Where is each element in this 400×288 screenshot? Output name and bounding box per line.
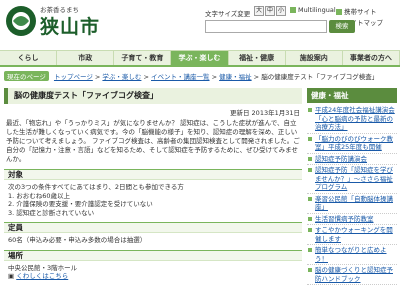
capacity-line: 60名（申込み必要・申込み多数の場合は抽選） xyxy=(8,236,147,244)
section-body-target: 次の3つの条件すべてにあてはまり、2日間とも参加できる方 1. おおむね60歳以… xyxy=(4,180,302,217)
font-size-label: 文字サイズ変更 xyxy=(205,10,251,18)
target-line: 1. おおむね60歳以上 xyxy=(8,191,71,200)
multilingual-link[interactable]: Multilingual xyxy=(290,6,336,14)
intro-text: 最近、「物忘れ」や「うっかりミス」が気になりませんか？ 認知症は、こうした症状が… xyxy=(6,119,300,163)
section-body-capacity: 60名（申込み必要・申込み多数の場合は抽選） xyxy=(4,233,302,245)
breadcrumb-events[interactable]: イベント・講座一覧 xyxy=(151,73,210,81)
target-line: 2. 介護保険の要支援・要介護認定を受けていない xyxy=(8,200,153,208)
sidebar: 健康・福祉 平成24年度社会福祉講演会「心と脳病の予防と最新の治療方法」 「脳力… xyxy=(307,88,397,288)
sidebar-item[interactable]: 認知症予防講演会 xyxy=(307,154,397,165)
global-nav: くらし 市政 子育て・教育 学ぶ・楽しむ 福祉・健康 施設案内 事業者の方へ xyxy=(0,50,400,67)
nav-manabu[interactable]: 学ぶ・楽しむ xyxy=(171,51,229,65)
nav-fukushi[interactable]: 福祉・健康 xyxy=(229,51,286,65)
mobile-site-link[interactable]: 携帯サイト xyxy=(336,6,377,16)
nav-kurashi[interactable]: くらし xyxy=(0,51,58,65)
section-heading-place: 場所 xyxy=(4,249,302,261)
nav-shisetsu[interactable]: 施設案内 xyxy=(286,51,343,65)
city-emblem-icon[interactable] xyxy=(4,4,38,38)
sidebar-item[interactable]: 楽習公民館「自動脳体操講座」 xyxy=(307,194,397,214)
breadcrumb-health[interactable]: 健康・福祉 xyxy=(219,73,252,81)
breadcrumb-lead: 現在のページ xyxy=(4,71,49,81)
section-body-place: 中央公民館・3階ホール ▣ くわしくはこちら xyxy=(4,261,302,281)
sidebar-item[interactable]: 認知症予防「認知症を学びませんか？」～ささら福祉プログラム xyxy=(307,165,397,194)
sidebar-item[interactable]: 「脳力のびのびウォーク教室」平成25年度も開催 xyxy=(307,134,397,154)
search-input[interactable] xyxy=(205,20,327,33)
breadcrumb-top[interactable]: トップページ xyxy=(54,73,93,81)
nav-kosodate[interactable]: 子育て・教育 xyxy=(114,51,172,65)
search-button[interactable]: 検索 xyxy=(329,20,355,33)
site-header: お茶香るまち 狭山市 文字サイズ変更 大 中 小 Multilingual 携帯… xyxy=(0,0,400,48)
section-heading-capacity: 定員 xyxy=(4,222,302,233)
sidebar-heading: 健康・福祉 xyxy=(307,88,397,103)
target-line: 3. 認知症と診断されていない xyxy=(8,208,95,217)
nav-shisei[interactable]: 市政 xyxy=(57,51,115,65)
updated-date: 更新日 2013年1月31日 xyxy=(229,109,300,117)
font-size-small-button[interactable]: 小 xyxy=(276,6,286,16)
breadcrumb: 現在のページ トップページ > 学ぶ・楽しむ > イベント・講座一覧 > 健康・… xyxy=(4,71,396,83)
page-title: 脳の健康度テスト「ファイブコグ検査」 xyxy=(4,88,302,104)
main-content: 脳の健康度テスト「ファイブコグ検査」 更新日 2013年1月31日 最近、「物忘… xyxy=(4,88,302,288)
bullet-icon xyxy=(336,9,342,15)
sidebar-item[interactable]: すこやかウォーキングを開催します xyxy=(307,225,397,245)
sidebar-item[interactable]: 簡単なつながりと広めよう！ xyxy=(307,245,397,265)
bullet-icon xyxy=(290,7,296,13)
sidebar-item[interactable]: 平成24年度社会福祉講演会「心と脳病の予防と最新の治療方法」 xyxy=(307,105,397,134)
site-logo-name[interactable]: 狭山市 xyxy=(40,12,100,39)
sidebar-list: 平成24年度社会福祉講演会「心と脳病の予防と最新の治療方法」 「脳力のびのびウォ… xyxy=(307,103,397,285)
details-link[interactable]: くわしくはこちら xyxy=(16,272,68,280)
font-size-large-button[interactable]: 大 xyxy=(254,6,264,16)
nav-jigyosha[interactable]: 事業者の方へ xyxy=(343,51,400,65)
details-link-row: ▣ くわしくはこちら xyxy=(8,272,298,281)
external-link-icon: ▣ xyxy=(8,272,15,280)
sidebar-item[interactable]: 生活習慣病予防教室 xyxy=(307,214,397,225)
place-line: 中央公民館・3階ホール xyxy=(8,263,78,272)
sidebar-item[interactable]: 脳の健康づくりと認知症予防ハンドブック xyxy=(307,265,397,285)
breadcrumb-current: 脳の健康度テスト「ファイブコグ検査」 xyxy=(261,73,379,81)
font-size-medium-button[interactable]: 中 xyxy=(265,6,275,16)
target-line: 次の3つの条件すべてにあてはまり、2日間とも参加できる方 xyxy=(8,183,184,191)
breadcrumb-manabu[interactable]: 学ぶ・楽しむ xyxy=(102,73,141,81)
section-heading-target: 対象 xyxy=(4,169,302,180)
